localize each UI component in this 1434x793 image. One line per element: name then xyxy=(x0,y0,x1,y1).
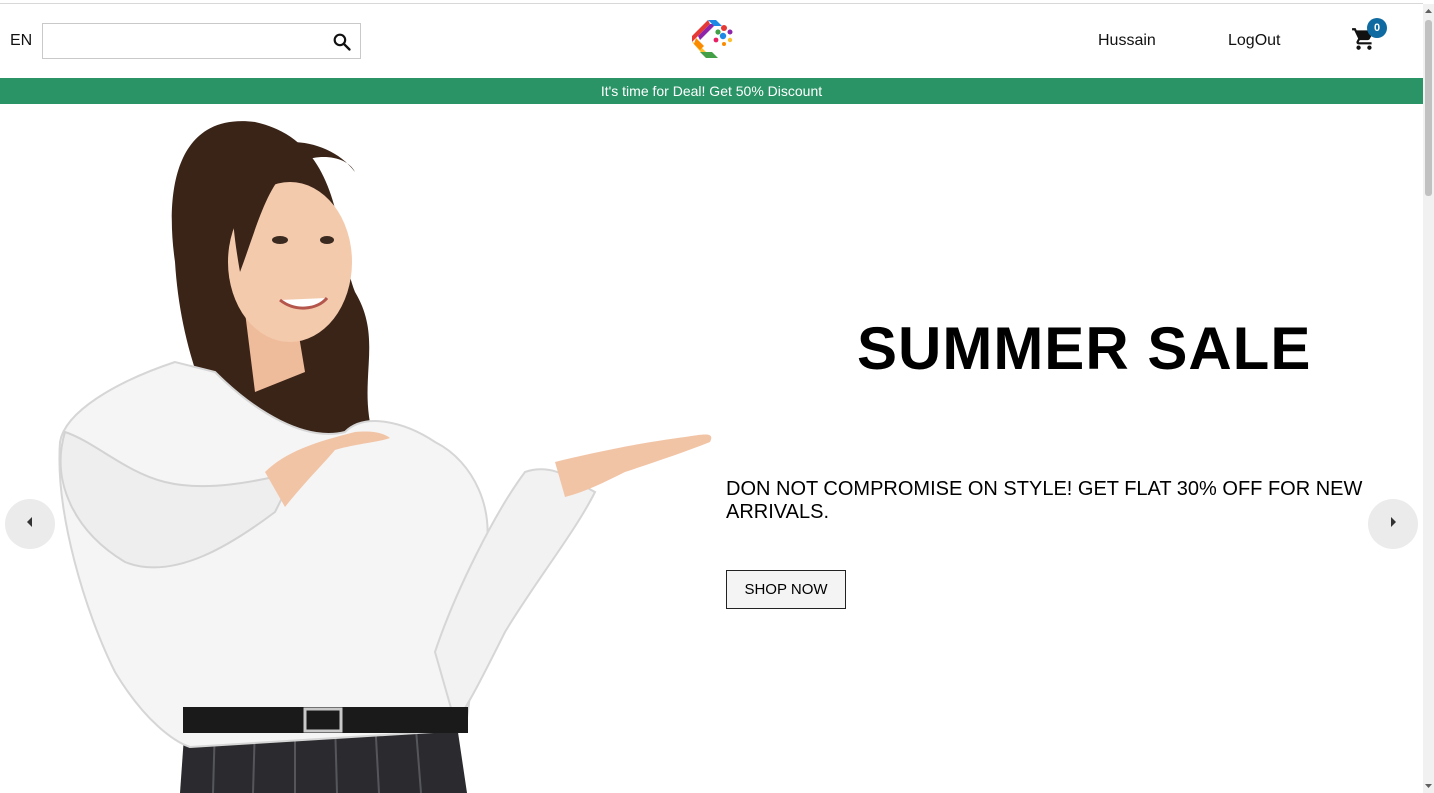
hero-description: DON NOT COMPROMISE ON STYLE! GET FLAT 30… xyxy=(726,478,1363,523)
language-selector[interactable]: EN xyxy=(10,32,32,50)
page-scrollbar[interactable] xyxy=(1423,4,1434,793)
chevron-right-icon xyxy=(1388,515,1398,533)
logout-link[interactable]: LogOut xyxy=(1228,32,1280,50)
hero-title: SUMMER SALE xyxy=(857,315,1312,382)
cart-count-badge: 0 xyxy=(1367,18,1387,38)
promo-banner: It's time for Deal! Get 50% Discount xyxy=(0,78,1423,104)
shop-now-button[interactable]: SHOP NOW xyxy=(726,570,846,609)
search-input[interactable] xyxy=(43,24,323,58)
hero-carousel: SUMMER SALE DON NOT COMPROMISE ON STYLE!… xyxy=(0,104,1423,793)
search-icon[interactable] xyxy=(330,30,354,54)
user-name-link[interactable]: Hussain xyxy=(1098,32,1156,50)
scroll-up-arrow-icon[interactable] xyxy=(1423,4,1434,18)
hero-model-image xyxy=(55,112,725,793)
search-box xyxy=(42,23,361,59)
carousel-prev-button[interactable] xyxy=(5,499,55,549)
navbar: EN Hussain LogOut 0 xyxy=(0,4,1423,78)
carousel-next-button[interactable] xyxy=(1368,499,1418,549)
scroll-down-arrow-icon[interactable] xyxy=(1423,779,1434,793)
chevron-left-icon xyxy=(25,515,35,533)
scrollbar-thumb[interactable] xyxy=(1425,20,1432,196)
colorful-c-logo-icon[interactable] xyxy=(686,14,738,66)
